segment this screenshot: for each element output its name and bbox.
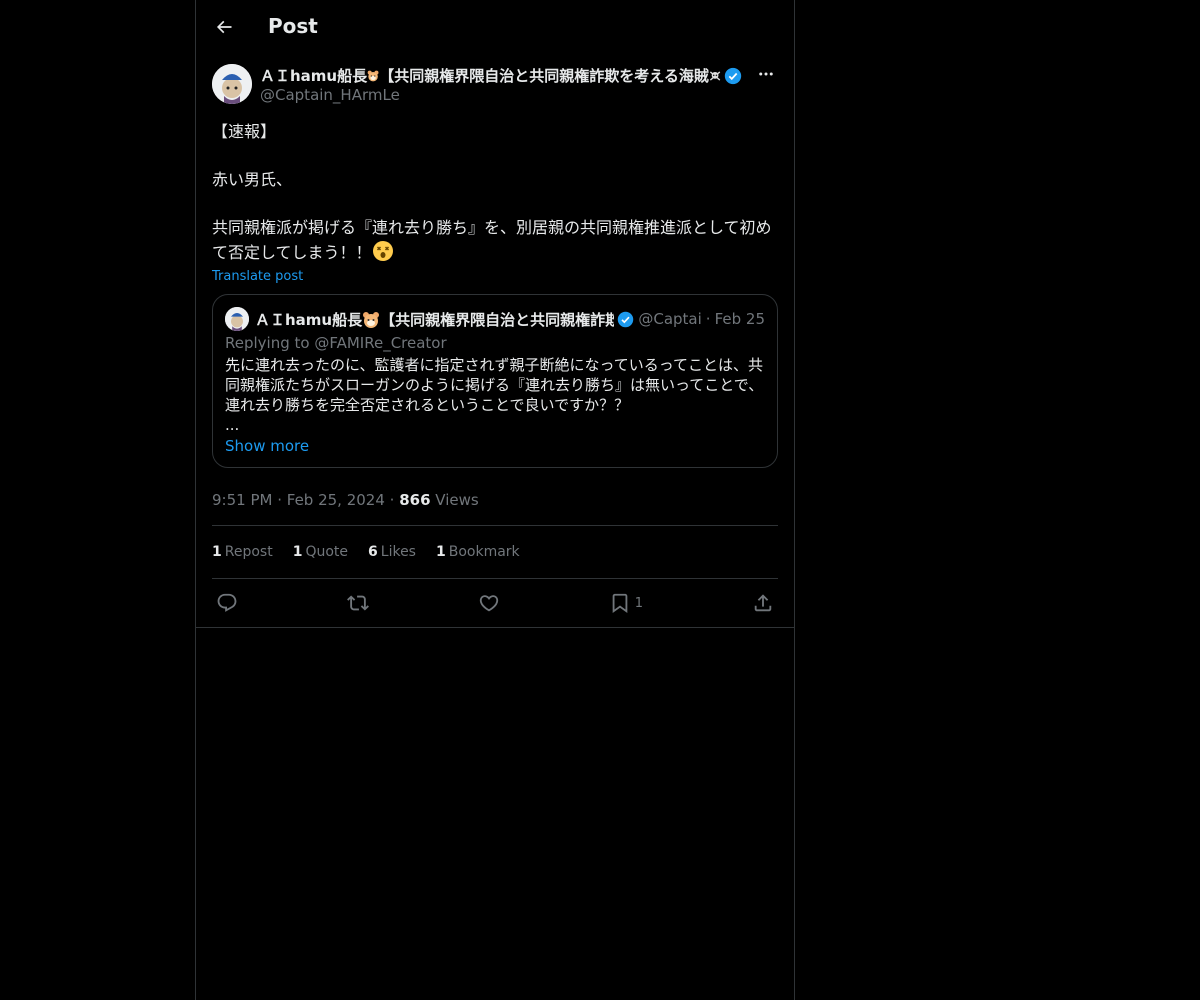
main-column: Post ＡＩhamu船長 【共同親権界隈自治と共同親権詐欺を考える海賊 @Ca…: [195, 0, 795, 1000]
author-name[interactable]: ＡＩhamu船長 【共同親権界隈自治と共同親権詐欺を考える海賊: [260, 65, 742, 86]
meta-separator: ·: [272, 490, 287, 509]
avatar[interactable]: [212, 64, 252, 104]
reply-icon: [217, 593, 237, 612]
repost-button[interactable]: [346, 592, 369, 614]
likes-label: Likes: [380, 544, 416, 560]
quote-handle: @Captai: [638, 310, 702, 328]
more-options-button[interactable]: [754, 64, 778, 84]
bookmark-button[interactable]: 1: [609, 592, 643, 614]
quote-replying-prefix: Replying to: [225, 334, 315, 352]
page-title: Post: [268, 14, 318, 38]
tweet-line-2: 赤い男氏、: [212, 170, 293, 189]
engagement-stats: 1 Repost 1 Quote 6 Likes 1 Bookmark: [212, 526, 778, 579]
quote-author-name-text: ＡＩhamu船長: [255, 310, 363, 329]
author-handle[interactable]: @Captain_HArmLe: [260, 86, 400, 104]
verified-badge[interactable]: [724, 67, 742, 85]
quote-separator: ·: [705, 310, 711, 328]
views-label: Views: [431, 490, 479, 509]
author-name-text: ＡＩhamu船長: [260, 67, 368, 85]
quote-author-name-suffix: 【共同親権界隈自治と共同親権詐欺: [380, 310, 615, 329]
back-button[interactable]: [208, 11, 240, 43]
translate-post-link[interactable]: Translate post: [212, 269, 303, 284]
quote-header: ＡＩhamu船長 【共同親権界隈自治と共同親権詐欺 @Captai · Feb 2…: [225, 307, 765, 331]
quote-replying-to: Replying to @FAMIRe_Creator: [225, 333, 765, 353]
like-button[interactable]: [478, 592, 500, 614]
tweet-text: 【速報】 赤い男氏、 共同親権派が掲げる『連れ去り勝ち』を、別居親の共同親権推進…: [212, 120, 778, 265]
tweet-line-3: 共同親権派が掲げる『連れ去り勝ち』を、別居親の共同親権推進派として初めて否定して…: [212, 218, 772, 262]
astonished-emoji-icon: [372, 241, 393, 261]
share-button[interactable]: [752, 592, 774, 614]
quote-avatar-image: [225, 307, 249, 331]
quote-text: 先に連れ去ったのに、監護者に指定されず親子断絶になっているってことは、共同親権派…: [225, 356, 764, 434]
quotes-stat[interactable]: 1 Quote: [293, 544, 348, 560]
reposts-label: Repost: [224, 544, 273, 560]
avatar-image: [212, 64, 252, 104]
tweet: ＡＩhamu船長 【共同親権界隈自治と共同親権詐欺を考える海賊 @Captain…: [196, 64, 794, 627]
top-bar: Post: [196, 0, 794, 54]
bookmark-count: 1: [634, 595, 644, 611]
views-count: 866: [399, 490, 431, 509]
tweet-time[interactable]: 9:51 PM: [212, 491, 272, 509]
quoted-tweet[interactable]: ＡＩhamu船長 【共同親権界隈自治と共同親権詐欺 @Captai · Feb 2…: [212, 294, 778, 468]
quote-author-name: ＡＩhamu船長 【共同親権界隈自治と共同親権詐欺: [255, 309, 614, 330]
reposts-stat[interactable]: 1 Repost: [212, 544, 273, 560]
bookmarks-label: Bookmark: [448, 544, 520, 560]
quote-verified-badge: [617, 311, 634, 328]
quotes-label: Quote: [305, 544, 349, 560]
reposts-count: 1: [212, 544, 222, 560]
hamster-emoji-icon: [363, 311, 380, 328]
share-icon: [754, 594, 772, 612]
back-arrow-icon: [216, 20, 232, 34]
meta-separator: ·: [384, 490, 400, 509]
skull-crossbones-icon: [709, 70, 721, 81]
quote-show-more-link[interactable]: Show more: [225, 437, 309, 455]
verified-badge-icon: [618, 311, 634, 327]
quotes-count: 1: [292, 544, 303, 560]
verified-badge-icon: [724, 67, 742, 84]
tweet-meta: 9:51 PM · Feb 25, 2024 · 866 Views: [212, 486, 778, 526]
repost-icon: [346, 595, 369, 611]
quote-avatar: [225, 307, 249, 331]
quote-replying-handle: @FAMIRe_Creator: [314, 334, 447, 352]
like-icon: [479, 595, 499, 612]
views-label-text: Views: [435, 490, 479, 509]
bookmarks-stat[interactable]: 1 Bookmark: [436, 544, 520, 560]
bookmark-icon: [612, 593, 628, 614]
likes-stat[interactable]: 6 Likes: [368, 544, 416, 560]
author-row: ＡＩhamu船長 【共同親権界隈自治と共同親権詐欺を考える海賊 @Captain…: [212, 64, 778, 114]
tweet-line-1: 【速報】: [212, 122, 277, 141]
likes-count: 6: [368, 544, 378, 560]
reply-button[interactable]: [216, 592, 238, 614]
tweet-date[interactable]: Feb 25, 2024: [287, 491, 385, 509]
author-name-suffix: 【共同親権界隈自治と共同親権詐欺を考える海賊: [379, 67, 709, 85]
action-bar: 1: [212, 579, 778, 627]
quote-date: Feb 25: [714, 310, 765, 328]
more-icon: [759, 72, 773, 76]
bookmarks-count: 1: [435, 544, 446, 560]
hamster-emoji-icon: [367, 70, 379, 81]
tweet-bottom-divider: [196, 627, 794, 628]
